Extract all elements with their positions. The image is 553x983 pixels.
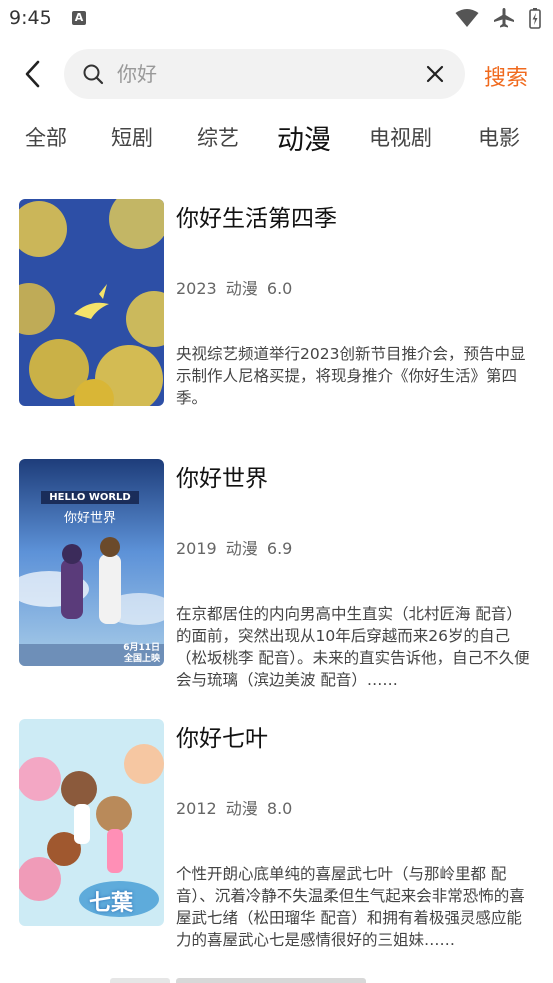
search-row: 搜索: [0, 48, 553, 100]
status-time: 9:45: [9, 7, 52, 29]
poster-release-date: 6月11日 全国上映: [123, 643, 160, 664]
poster-image: [19, 199, 164, 406]
result-description: 个性开朗心底单纯的喜屋武七叶（与那岭里都 配音）、沉着冷静不失温柔但生气起来会非…: [176, 865, 525, 949]
result-title: 你好世界: [176, 466, 268, 492]
clear-button[interactable]: [425, 64, 445, 84]
notification-icon: A: [72, 11, 86, 25]
tab-short-drama[interactable]: 短剧: [111, 122, 153, 152]
wifi-icon: [455, 8, 479, 28]
result-item-partial[interactable]: [0, 968, 553, 983]
result-meta: 2019 动漫 6.9: [176, 539, 293, 558]
airplane-icon: [493, 7, 515, 29]
tab-tv-series[interactable]: 电视剧: [369, 122, 432, 152]
tab-movies[interactable]: 电影: [478, 122, 520, 152]
search-input[interactable]: [117, 49, 407, 99]
status-bar: 9:45 A: [0, 0, 553, 38]
result-description: 央视综艺频道举行2023创新节目推介会，预告中显示制作人尼格买提，将现身推介《你…: [176, 345, 526, 407]
result-item[interactable]: 你好生活第四季 2023 动漫 6.0 央视综艺频道举行2023创新节目推介会，…: [0, 199, 553, 409]
poster-title: HELLO WORLD: [49, 492, 131, 503]
poster-logo: 七葉: [89, 891, 134, 916]
result-meta: 2023 动漫 6.0: [176, 279, 293, 298]
tab-variety[interactable]: 综艺: [197, 122, 239, 152]
back-button[interactable]: [20, 58, 46, 90]
poster-image: 七葉: [19, 719, 164, 926]
chevron-left-icon: [25, 60, 40, 88]
battery-charging-icon: [529, 7, 541, 29]
result-item[interactable]: 七葉 你好七叶 2012 动漫 8.0 个性开朗心底单纯的喜屋武七叶（与那岭里都…: [0, 719, 553, 949]
result-title: 你好生活第四季: [176, 206, 337, 232]
search-submit-button[interactable]: 搜索: [484, 60, 528, 92]
tab-all[interactable]: 全部: [25, 122, 67, 152]
search-icon: [83, 64, 104, 85]
result-title: 你好七叶: [176, 726, 268, 752]
result-description: 在京都居住的内向男高中生直实（北村匠海 配音）的面前，突然出现从10年后穿越而来…: [176, 605, 530, 689]
poster-subtitle: 你好世界: [63, 511, 116, 526]
poster-image: HELLO WORLD 你好世界 6月11日 全国上映: [19, 459, 164, 666]
close-icon: [426, 65, 444, 83]
result-item[interactable]: HELLO WORLD 你好世界 6月11日 全国上映 你好世界 2019 动漫…: [0, 459, 553, 689]
category-tabs: 全部 短剧 综艺 动漫 电视剧 电影: [0, 112, 553, 162]
search-box[interactable]: [64, 49, 465, 99]
tab-anime[interactable]: 动漫: [277, 118, 331, 157]
result-meta: 2012 动漫 8.0: [176, 799, 293, 818]
